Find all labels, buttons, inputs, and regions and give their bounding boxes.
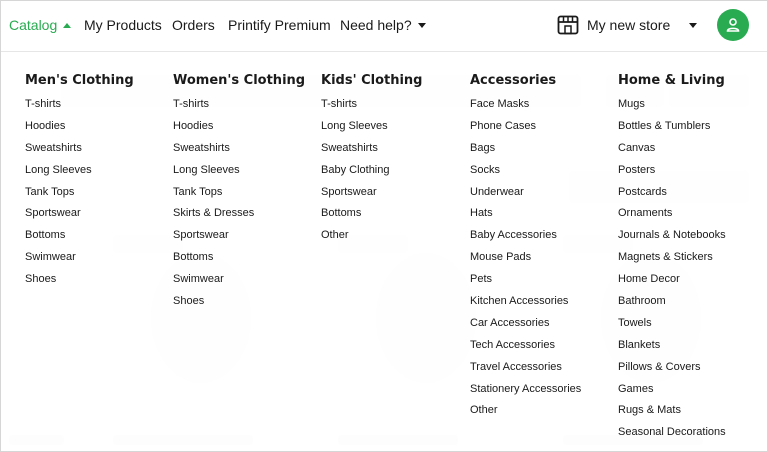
menu-item[interactable]: Mugs [618,97,758,119]
menu-column-mens-clothing: Men's Clothing T-shirts Hoodies Sweatshi… [25,72,165,294]
menu-item[interactable]: Sportswear [25,206,165,228]
menu-item[interactable]: Hats [470,206,610,228]
menu-item[interactable]: Socks [470,163,610,185]
menu-item[interactable]: Travel Accessories [470,360,610,382]
menu-item[interactable]: Mouse Pads [470,250,610,272]
menu-heading[interactable]: Women's Clothing [173,72,313,92]
menu-list: T-shirts Hoodies Sweatshirts Long Sleeve… [173,97,313,316]
menu-column-kids-clothing: Kids' Clothing T-shirts Long Sleeves Swe… [321,72,461,250]
menu-item[interactable]: Sweatshirts [173,141,313,163]
menu-heading[interactable]: Men's Clothing [25,72,165,92]
menu-item[interactable]: Magnets & Stickers [618,250,758,272]
menu-item[interactable]: Sportswear [173,228,313,250]
nav-orders[interactable]: Orders [172,17,215,33]
menu-item[interactable]: Rugs & Mats [618,403,758,425]
menu-item[interactable]: T-shirts [321,97,461,119]
store-icon[interactable] [557,15,579,35]
menu-item[interactable]: Seasonal Decorations [618,425,758,447]
menu-item[interactable]: Baby Accessories [470,228,610,250]
menu-item[interactable]: Sportswear [321,185,461,207]
menu-list: T-shirts Hoodies Sweatshirts Long Sleeve… [25,97,165,294]
menu-item[interactable]: Car Accessories [470,316,610,338]
menu-item[interactable]: Ornaments [618,206,758,228]
nav-printify-premium[interactable]: Printify Premium [228,17,331,33]
menu-column-womens-clothing: Women's Clothing T-shirts Hoodies Sweats… [173,72,313,316]
menu-item[interactable]: Blankets [618,338,758,360]
chevron-up-icon [63,23,72,28]
menu-item[interactable]: Pets [470,272,610,294]
store-selector[interactable]: My new store [587,17,670,33]
menu-item[interactable]: Games [618,382,758,404]
menu-item[interactable]: Long Sleeves [173,163,313,185]
menu-item[interactable]: Sweatshirts [321,141,461,163]
menu-item[interactable]: Other [321,228,461,250]
menu-item[interactable]: Long Sleeves [321,119,461,141]
user-icon [726,18,740,32]
nav-need-help[interactable]: Need help? [340,17,426,33]
chevron-down-icon [417,23,426,28]
menu-item[interactable]: Skirts & Dresses [173,206,313,228]
menu-item[interactable]: Bottles & Tumblers [618,119,758,141]
menu-item[interactable]: Face Masks [470,97,610,119]
menu-item[interactable]: Towels [618,316,758,338]
menu-item[interactable]: Tank Tops [25,185,165,207]
menu-item[interactable]: Bottoms [25,228,165,250]
menu-column-home-living: Home & Living Mugs Bottles & Tumblers Ca… [618,72,758,447]
avatar[interactable] [717,9,749,41]
menu-heading[interactable]: Home & Living [618,72,758,92]
menu-item[interactable]: Shoes [25,272,165,294]
nav-need-help-label: Need help? [340,17,412,33]
nav-my-products[interactable]: My Products [84,17,162,33]
menu-item[interactable]: Tech Accessories [470,338,610,360]
catalog-mega-menu: Men's Clothing T-shirts Hoodies Sweatshi… [1,53,767,451]
menu-item[interactable]: Underwear [470,185,610,207]
menu-item[interactable]: Postcards [618,185,758,207]
menu-list: Mugs Bottles & Tumblers Canvas Posters P… [618,97,758,447]
menu-item[interactable]: Home Decor [618,272,758,294]
menu-item[interactable]: Bags [470,141,610,163]
menu-heading[interactable]: Accessories [470,72,610,92]
menu-list: T-shirts Long Sleeves Sweatshirts Baby C… [321,97,461,250]
menu-list: Face Masks Phone Cases Bags Socks Underw… [470,97,610,425]
menu-item[interactable]: Hoodies [173,119,313,141]
menu-item[interactable]: T-shirts [173,97,313,119]
menu-item[interactable]: T-shirts [25,97,165,119]
menu-item[interactable]: Bottoms [321,206,461,228]
menu-item[interactable]: Phone Cases [470,119,610,141]
menu-item[interactable]: Hoodies [25,119,165,141]
menu-item[interactable]: Long Sleeves [25,163,165,185]
menu-item[interactable]: Journals & Notebooks [618,228,758,250]
menu-item[interactable]: Shoes [173,294,313,316]
nav-catalog[interactable]: Catalog [9,17,72,33]
store-chevron-down-icon[interactable] [689,23,697,28]
menu-item[interactable]: Bottoms [173,250,313,272]
menu-item[interactable]: Canvas [618,141,758,163]
menu-item[interactable]: Swimwear [173,272,313,294]
menu-item[interactable]: Bathroom [618,294,758,316]
menu-heading[interactable]: Kids' Clothing [321,72,461,92]
menu-item[interactable]: Swimwear [25,250,165,272]
menu-item[interactable]: Other [470,403,610,425]
top-navigation: Catalog My Products Orders Printify Prem… [1,1,767,52]
menu-item[interactable]: Tank Tops [173,185,313,207]
menu-item[interactable]: Sweatshirts [25,141,165,163]
nav-catalog-label: Catalog [9,17,58,33]
menu-item[interactable]: Baby Clothing [321,163,461,185]
menu-item[interactable]: Kitchen Accessories [470,294,610,316]
menu-item[interactable]: Pillows & Covers [618,360,758,382]
menu-column-accessories: Accessories Face Masks Phone Cases Bags … [470,72,610,425]
menu-item[interactable]: Stationery Accessories [470,382,610,404]
menu-item[interactable]: Posters [618,163,758,185]
